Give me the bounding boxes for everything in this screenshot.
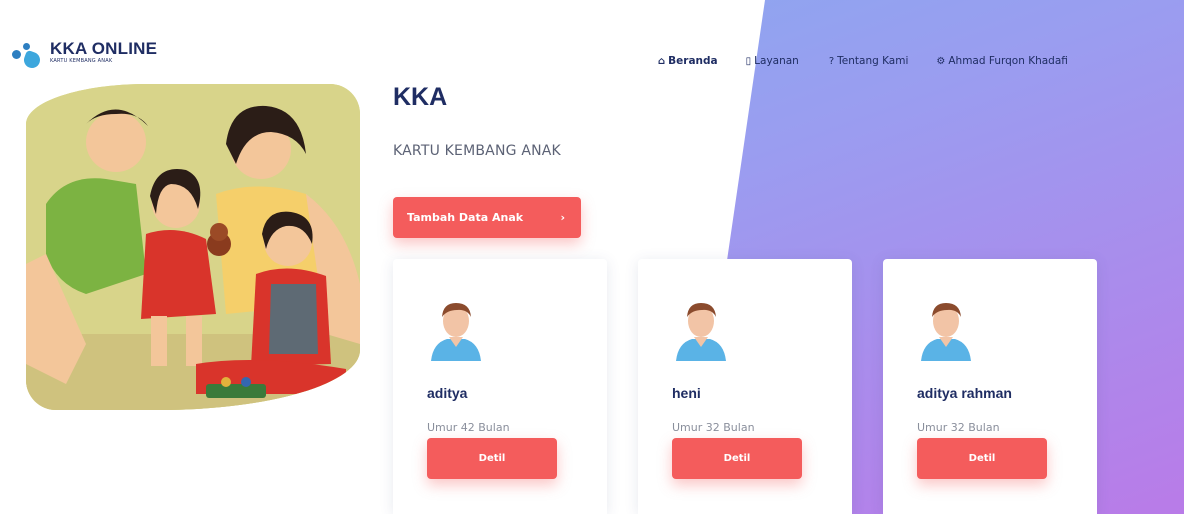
logo-icon: [10, 40, 46, 72]
child-name: aditya: [427, 385, 468, 401]
child-age: Umur 32 Bulan: [672, 421, 755, 434]
question-icon: ?: [828, 55, 835, 67]
nav-item-beranda[interactable]: ⌂ Beranda: [658, 55, 718, 67]
nav-item-user-profile[interactable]: ⚙ Ahmad Furqon Khadafi: [936, 55, 1068, 67]
child-name: heni: [672, 385, 701, 401]
brand-subtitle: KARTU KEMBANG ANAK: [50, 58, 113, 64]
nav-item-label: Layanan: [754, 55, 799, 67]
add-child-button-label: Tambah Data Anak: [407, 211, 524, 224]
chevron-right-icon: ›: [560, 211, 565, 224]
nav-item-tentang-kami[interactable]: ? Tentang Kami: [829, 55, 909, 67]
gear-icon: ⚙: [936, 55, 946, 67]
detail-button[interactable]: Detil: [672, 438, 802, 479]
add-child-button[interactable]: Tambah Data Anak ›: [393, 197, 581, 238]
nav-item-label: Beranda: [668, 55, 718, 67]
child-avatar-icon: [431, 303, 481, 361]
nav-item-label: Tentang Kami: [837, 55, 909, 67]
child-avatar-icon: [921, 303, 971, 361]
child-card: heni Umur 32 Bulan Detil: [638, 259, 852, 514]
detail-button[interactable]: Detil: [917, 438, 1047, 479]
brand-logo[interactable]: KKA ONLINE KARTU KEMBANG ANAK: [10, 40, 157, 72]
brand-title: KKA ONLINE: [50, 39, 158, 58]
child-card: aditya Umur 42 Bulan Detil: [393, 259, 607, 514]
family-illustration: [26, 84, 360, 410]
document-icon: ▯: [745, 55, 752, 67]
page-subtitle: KARTU KEMBANG ANAK: [393, 143, 561, 159]
nav-item-label: Ahmad Furqon Khadafi: [948, 55, 1068, 67]
top-nav: ⌂ Beranda ▯ Layanan ? Tentang Kami ⚙ Ahm…: [658, 55, 1068, 67]
child-age: Umur 42 Bulan: [427, 421, 510, 434]
child-age: Umur 32 Bulan: [917, 421, 1000, 434]
child-avatar-icon: [676, 303, 726, 361]
home-icon: ⌂: [658, 55, 666, 67]
detail-button[interactable]: Detil: [427, 438, 557, 479]
child-card: aditya rahman Umur 32 Bulan Detil: [883, 259, 1097, 514]
child-name: aditya rahman: [917, 385, 1012, 401]
nav-item-layanan[interactable]: ▯ Layanan: [746, 55, 799, 67]
page-title: KKA: [393, 83, 448, 111]
